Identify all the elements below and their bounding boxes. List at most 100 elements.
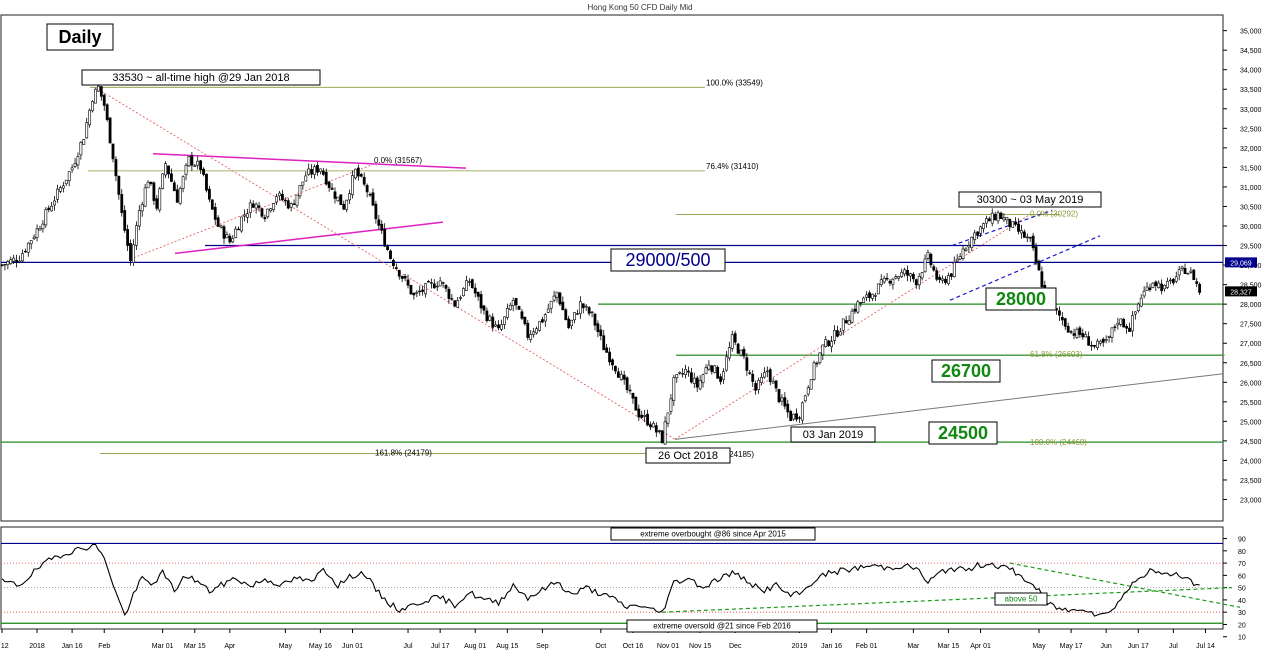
candle-body [1087, 336, 1091, 346]
candle-body [1063, 318, 1067, 327]
candle-body [546, 308, 550, 313]
candle-body [798, 417, 801, 419]
price-tick-label: 26,000 [1240, 380, 1262, 387]
candle-body [123, 210, 127, 231]
candle-body [15, 259, 19, 263]
extreme-oversold-label: extreme oversold @21 since Feb 2016 [653, 622, 791, 631]
candle-body [879, 279, 883, 285]
candle-body [61, 185, 65, 189]
candle-body [1075, 328, 1079, 338]
candle-body [23, 250, 27, 253]
candle-body [841, 318, 845, 331]
candle-body [570, 319, 574, 327]
candle-body [830, 341, 833, 348]
candle-body [982, 223, 985, 229]
candle-body [374, 203, 378, 220]
fib-label: 76.4% (31410) [706, 162, 759, 171]
price-tick-label: 34,500 [1240, 48, 1262, 55]
candle-body [608, 351, 611, 363]
candle-body [812, 362, 816, 380]
candle-body [944, 278, 947, 283]
candle-body [888, 280, 892, 284]
candle-body [906, 269, 909, 276]
candle-body [762, 372, 766, 378]
x-tick-label: May 17 [1060, 643, 1083, 650]
candle-body [517, 306, 521, 310]
candle-body [555, 291, 559, 298]
price-tick-label: 24,000 [1240, 458, 1262, 465]
x-tick-label: Jul 17 [431, 643, 450, 650]
candle-body [327, 181, 331, 188]
x-tick-label: Mar 15 [184, 643, 206, 650]
candle-body [701, 374, 705, 383]
candle-body [935, 270, 939, 280]
candle-body [1008, 218, 1012, 227]
x-tick-label: 2019 [792, 643, 808, 650]
candle-body [605, 347, 609, 353]
x-tick-label: Jan 16 [821, 643, 842, 650]
x-tick-label: c 12 [0, 643, 9, 650]
candle-body [821, 344, 825, 356]
candle-body [1090, 344, 1093, 347]
candle-body [523, 316, 527, 325]
rsi-tick-label: 30 [1238, 610, 1246, 617]
candle-body [1198, 283, 1202, 293]
candle-body [485, 310, 489, 321]
candle-body [1154, 281, 1158, 287]
candle-body [225, 234, 229, 239]
candle-body [348, 193, 352, 201]
candle-body [885, 277, 889, 280]
price-tick-label: 30,500 [1240, 204, 1262, 211]
candle-body [146, 181, 150, 189]
candle-body [984, 218, 988, 224]
price-tick-label: 32,500 [1240, 126, 1262, 133]
x-tick-label: Oct 16 [623, 643, 644, 650]
candle-body [897, 276, 901, 279]
candle-body [266, 208, 270, 217]
rsi-tick-label: 40 [1238, 598, 1246, 605]
candle-body [178, 188, 182, 204]
candle-body [850, 310, 854, 323]
candle-body [646, 413, 649, 426]
above-50-label: above 50 [1005, 595, 1038, 604]
candle-body [967, 245, 971, 248]
candle-body [757, 380, 760, 391]
candle-body [558, 292, 562, 305]
candle-body [979, 226, 982, 234]
price-tick-label: 30,000 [1240, 224, 1262, 231]
candle-body [786, 403, 790, 413]
candle-body [438, 280, 442, 287]
candle-body [429, 282, 433, 284]
candle-body [111, 143, 115, 160]
candle-body [675, 374, 679, 379]
candle-body [88, 109, 92, 126]
candle-body [926, 252, 930, 259]
jan-low-annotation: 03 Jan 2019 [803, 429, 864, 441]
candle-body [184, 165, 188, 175]
x-tick-label: Jul [1169, 643, 1178, 650]
candle-body [263, 217, 267, 220]
candle-body [1113, 326, 1117, 328]
timeframe-label: Daily [58, 27, 101, 47]
candle-body [923, 258, 927, 272]
candle-body [219, 225, 223, 228]
x-tick-label: Nov 15 [689, 643, 711, 650]
candle-body [324, 171, 328, 185]
x-tick-label: Jun 01 [342, 643, 363, 650]
candle-body [666, 412, 670, 424]
candle-body [803, 395, 807, 402]
candle-body [155, 198, 159, 209]
candle-body [1189, 270, 1193, 273]
candle-body [684, 368, 687, 375]
candle-body [351, 175, 354, 195]
fib-diagonal-1 [94, 86, 676, 440]
candle-body [616, 371, 620, 378]
candle-body [421, 289, 425, 292]
candle-body [371, 192, 375, 206]
candle-body [389, 250, 392, 259]
candle-body [780, 397, 784, 402]
candle-body [295, 194, 299, 206]
candle-body [362, 176, 366, 185]
candle-body [368, 194, 372, 196]
candle-body [1195, 281, 1199, 284]
